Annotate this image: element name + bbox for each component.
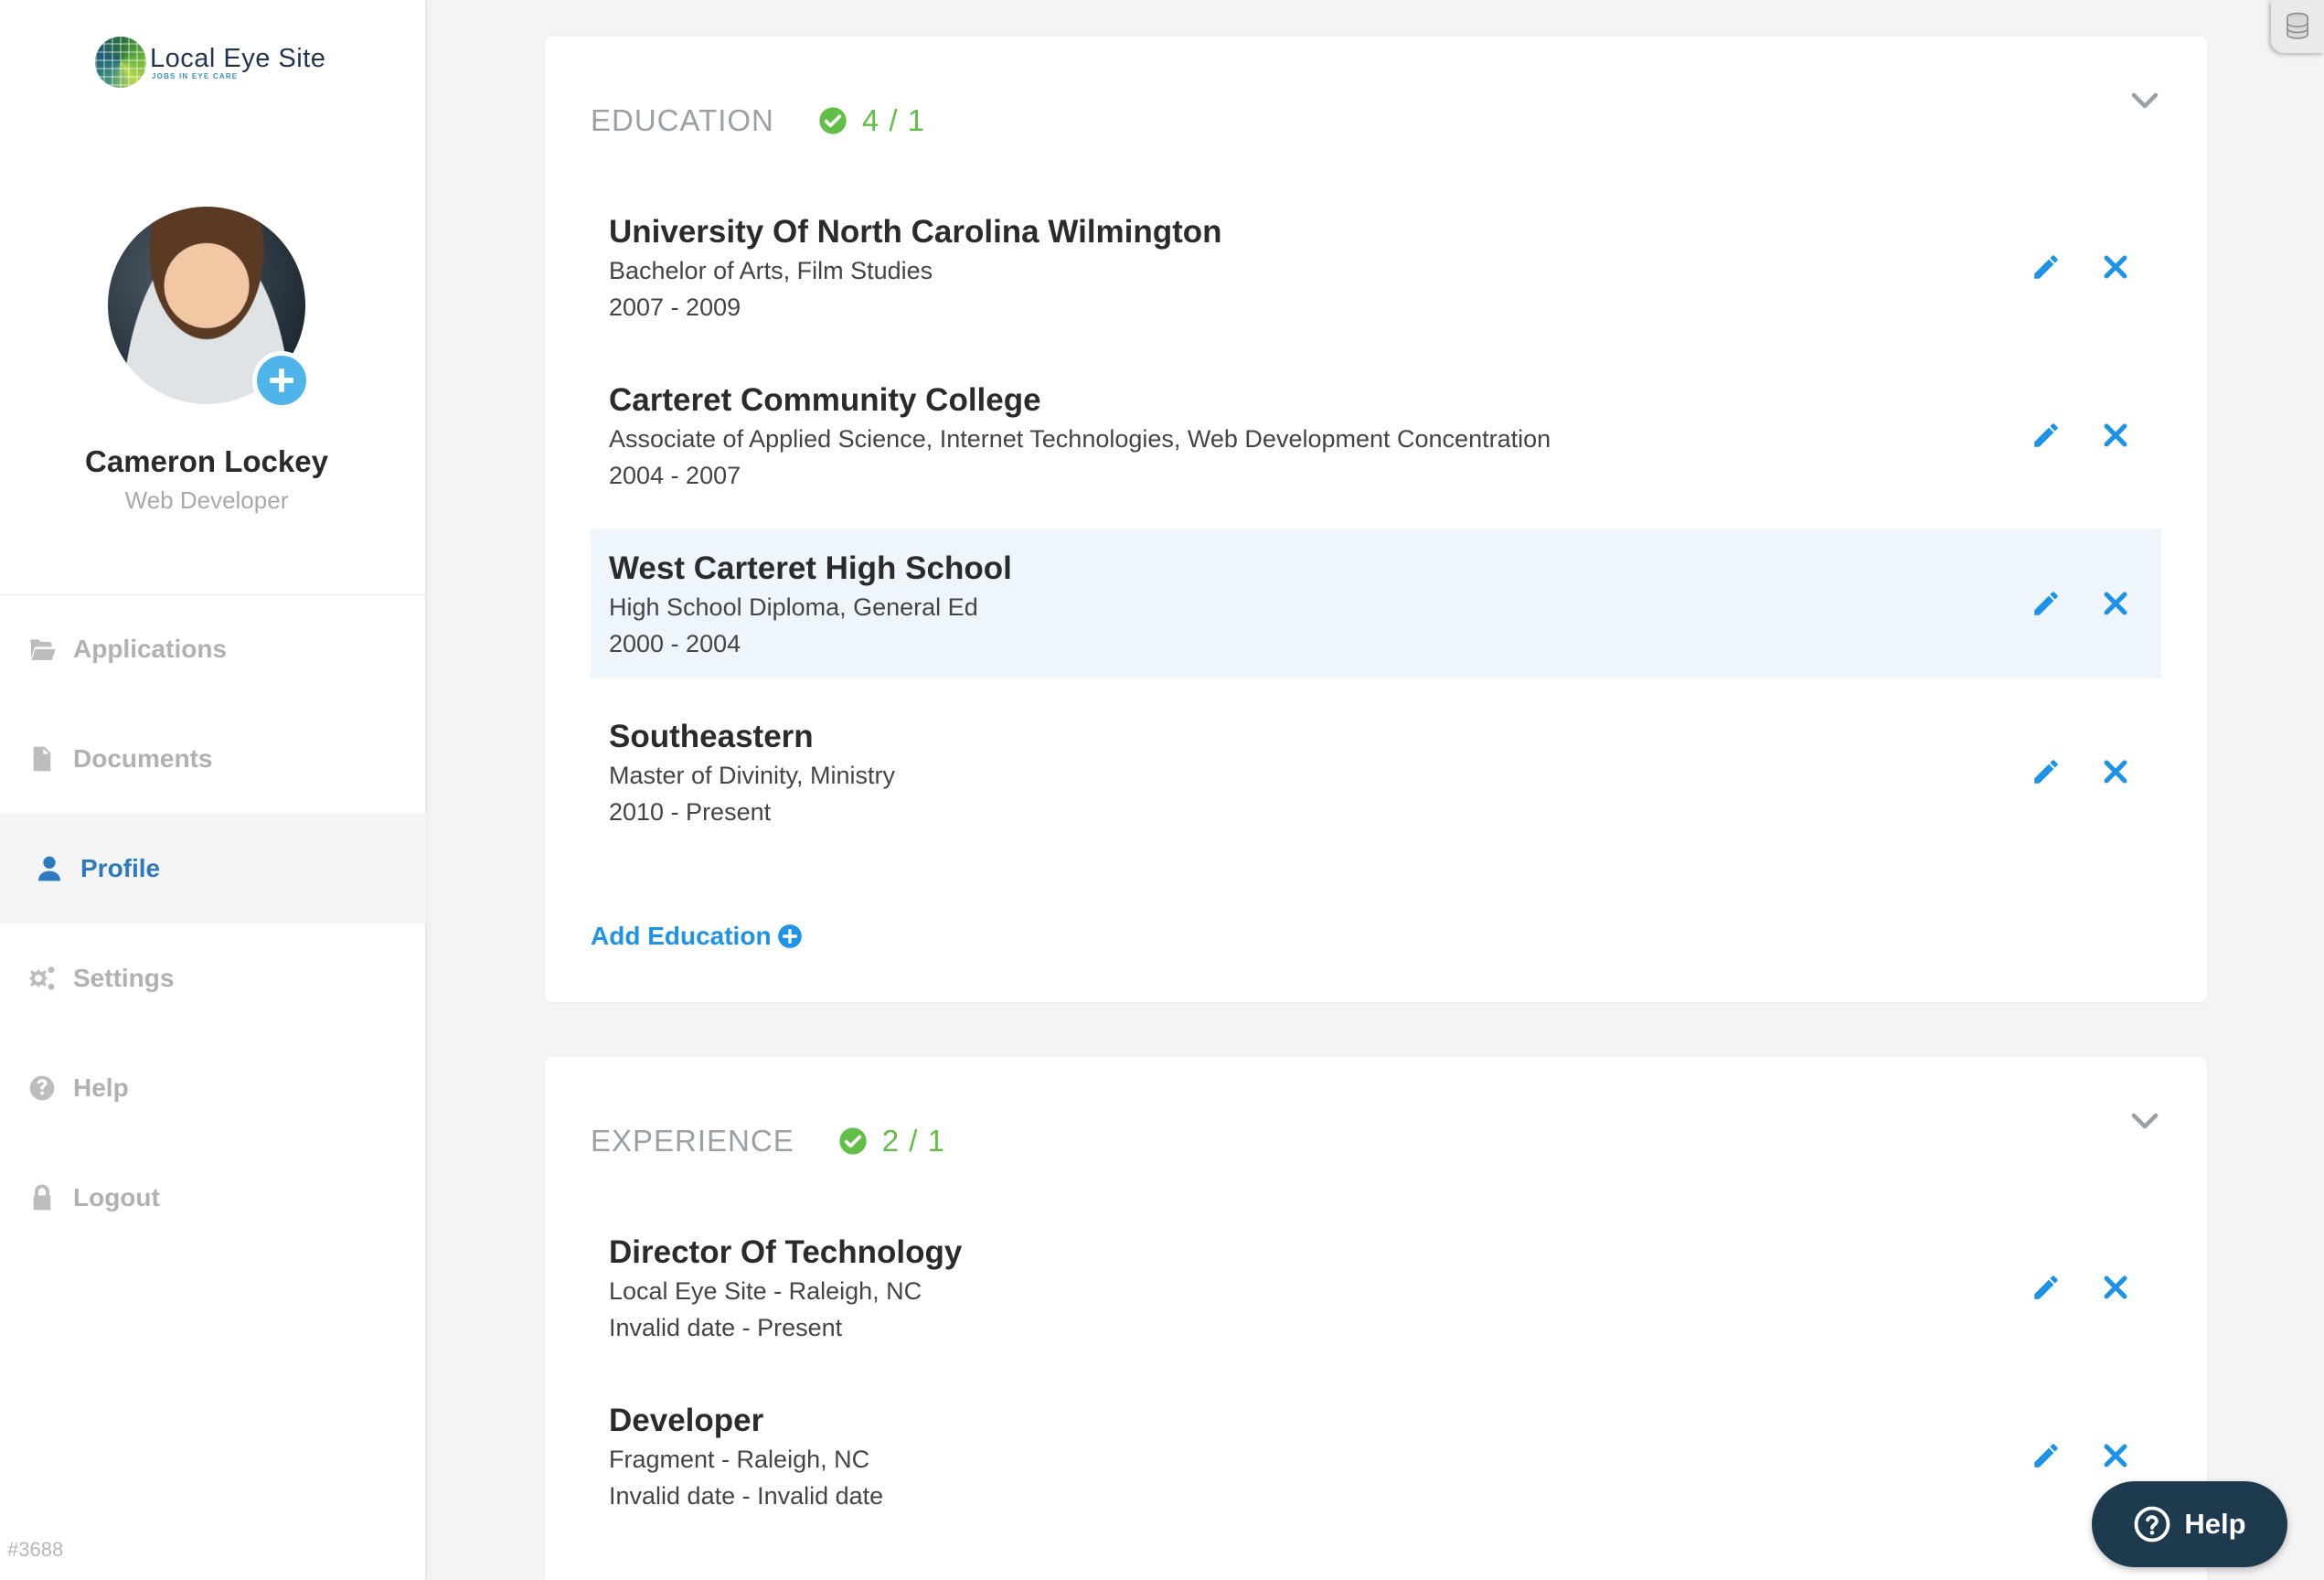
completion-count: 2 / 1 [881,1124,945,1158]
upload-avatar-button[interactable] [252,351,311,410]
entry-title: Developer [609,1403,764,1438]
education-entry: West Carteret High School High School Di… [591,528,2161,678]
nav-label: Profile [80,854,161,882]
education-entry: Southeastern Master of Divinity, Ministr… [591,697,2161,847]
nav-item-help[interactable]: Help [0,1033,426,1143]
nav-item-settings[interactable]: Settings [0,923,426,1033]
nav-label: Documents [73,744,213,773]
avatar-container [108,207,311,410]
delete-button[interactable] [2097,1437,2134,1474]
nav-label: Applications [73,635,228,663]
pencil-icon [2034,1276,2058,1299]
folder-open-icon [26,633,59,666]
nav-label: Help [73,1073,129,1102]
edit-button[interactable] [2028,585,2064,622]
entry-title: Southeastern [609,719,814,754]
chevron-down-icon[interactable] [2128,84,2161,117]
nav-item-profile[interactable]: Profile [0,814,426,923]
delete-button[interactable] [2097,585,2134,622]
gears-icon [26,962,59,995]
edit-button[interactable] [2028,417,2064,454]
document-icon [26,742,59,775]
delete-button[interactable] [2097,1269,2134,1306]
delete-button[interactable] [2097,249,2134,285]
pencil-icon [2034,592,2058,615]
nav-item-documents[interactable]: Documents [0,704,426,814]
close-icon [2104,592,2127,615]
section-title: EXPERIENCE [591,1124,794,1158]
entry-dates: Invalid date - Present [609,1314,843,1341]
close-icon [2104,423,2127,447]
chevron-down-icon[interactable] [2128,1105,2161,1137]
completion-count: 4 / 1 [861,103,926,137]
lock-icon [26,1181,59,1214]
experience-entry: Developer Fragment - Raleigh, NC Invalid… [591,1381,2161,1531]
delete-button[interactable] [2097,753,2134,790]
education-entry: University Of North Carolina Wilmington … [591,192,2161,342]
pencil-icon [2034,423,2058,447]
entry-subtitle: Associate of Applied Science, Internet T… [609,425,1551,453]
nav-label: Settings [73,964,175,992]
edit-button[interactable] [2028,249,2064,285]
section-title: EDUCATION [591,103,774,137]
edit-button[interactable] [2028,753,2064,790]
education-entry: Carteret Community College Associate of … [591,360,2161,510]
entry-subtitle: Master of Divinity, Ministry [609,762,896,789]
database-icon [2287,12,2308,39]
entry-title: Carteret Community College [609,382,1041,418]
question-circle-icon [2134,1506,2170,1543]
education-card: EDUCATION 4 / 1 University Of North Caro… [545,37,2207,1002]
close-icon [2104,760,2127,784]
logo-mark-icon [95,37,146,88]
pencil-icon [2034,1444,2058,1468]
edit-button[interactable] [2028,1437,2064,1474]
entry-title: Director Of Technology [609,1234,963,1270]
sidebar-nav: Applications Documents Profile Settings … [0,594,426,1253]
plus-icon [270,368,293,392]
user-icon [33,852,66,885]
experience-card: EXPERIENCE 2 / 1 Director Of Technology … [545,1057,2207,1580]
education-header: EDUCATION 4 / 1 [591,95,925,146]
entry-dates: 2007 - 2009 [609,294,741,321]
entry-subtitle: Fragment - Raleigh, NC [609,1446,870,1473]
check-circle-icon [819,107,847,134]
add-education-label: Add Education [591,922,772,950]
user-name: Cameron Lockey [85,444,328,478]
pencil-icon [2034,760,2058,784]
edit-button[interactable] [2028,1269,2064,1306]
entry-dates: Invalid date - Invalid date [609,1482,884,1510]
experience-entry: Director Of Technology Local Eye Site - … [591,1212,2161,1362]
check-circle-icon [839,1127,867,1155]
help-button[interactable]: Help [2092,1481,2287,1567]
help-button-label: Help [2184,1508,2246,1540]
build-number: #3688 [7,1538,64,1561]
brand-logo[interactable]: Local Eye Site JOBS IN EYE CARE [95,37,325,88]
brand-name: Local Eye Site [150,43,326,73]
user-role: Web Developer [124,486,289,514]
nav-label: Logout [73,1183,160,1212]
entry-subtitle: Local Eye Site - Raleigh, NC [609,1277,922,1305]
add-education-link[interactable]: Add Education [591,922,803,951]
extension-widget[interactable] [2271,0,2324,53]
question-circle-icon [26,1072,59,1105]
close-icon [2104,1444,2127,1468]
delete-button[interactable] [2097,417,2134,454]
entry-title: University Of North Carolina Wilmington [609,214,1222,250]
entry-dates: 2004 - 2007 [609,462,741,489]
experience-header: EXPERIENCE 2 / 1 [591,1116,945,1167]
brand-tagline: JOBS IN EYE CARE [152,71,239,80]
plus-circle-icon [777,924,802,948]
entry-dates: 2010 - Present [609,798,772,826]
close-icon [2104,1276,2127,1299]
entry-dates: 2000 - 2004 [609,630,741,657]
pencil-icon [2034,255,2058,279]
entry-subtitle: Bachelor of Arts, Film Studies [609,257,933,284]
entry-title: West Carteret High School [609,550,1012,586]
entry-subtitle: High School Diploma, General Ed [609,593,978,621]
sidebar: Local Eye Site JOBS IN EYE CARE Cameron … [0,0,426,1580]
nav-item-applications[interactable]: Applications [0,594,426,704]
nav-item-logout[interactable]: Logout [0,1143,426,1253]
close-icon [2104,255,2127,279]
